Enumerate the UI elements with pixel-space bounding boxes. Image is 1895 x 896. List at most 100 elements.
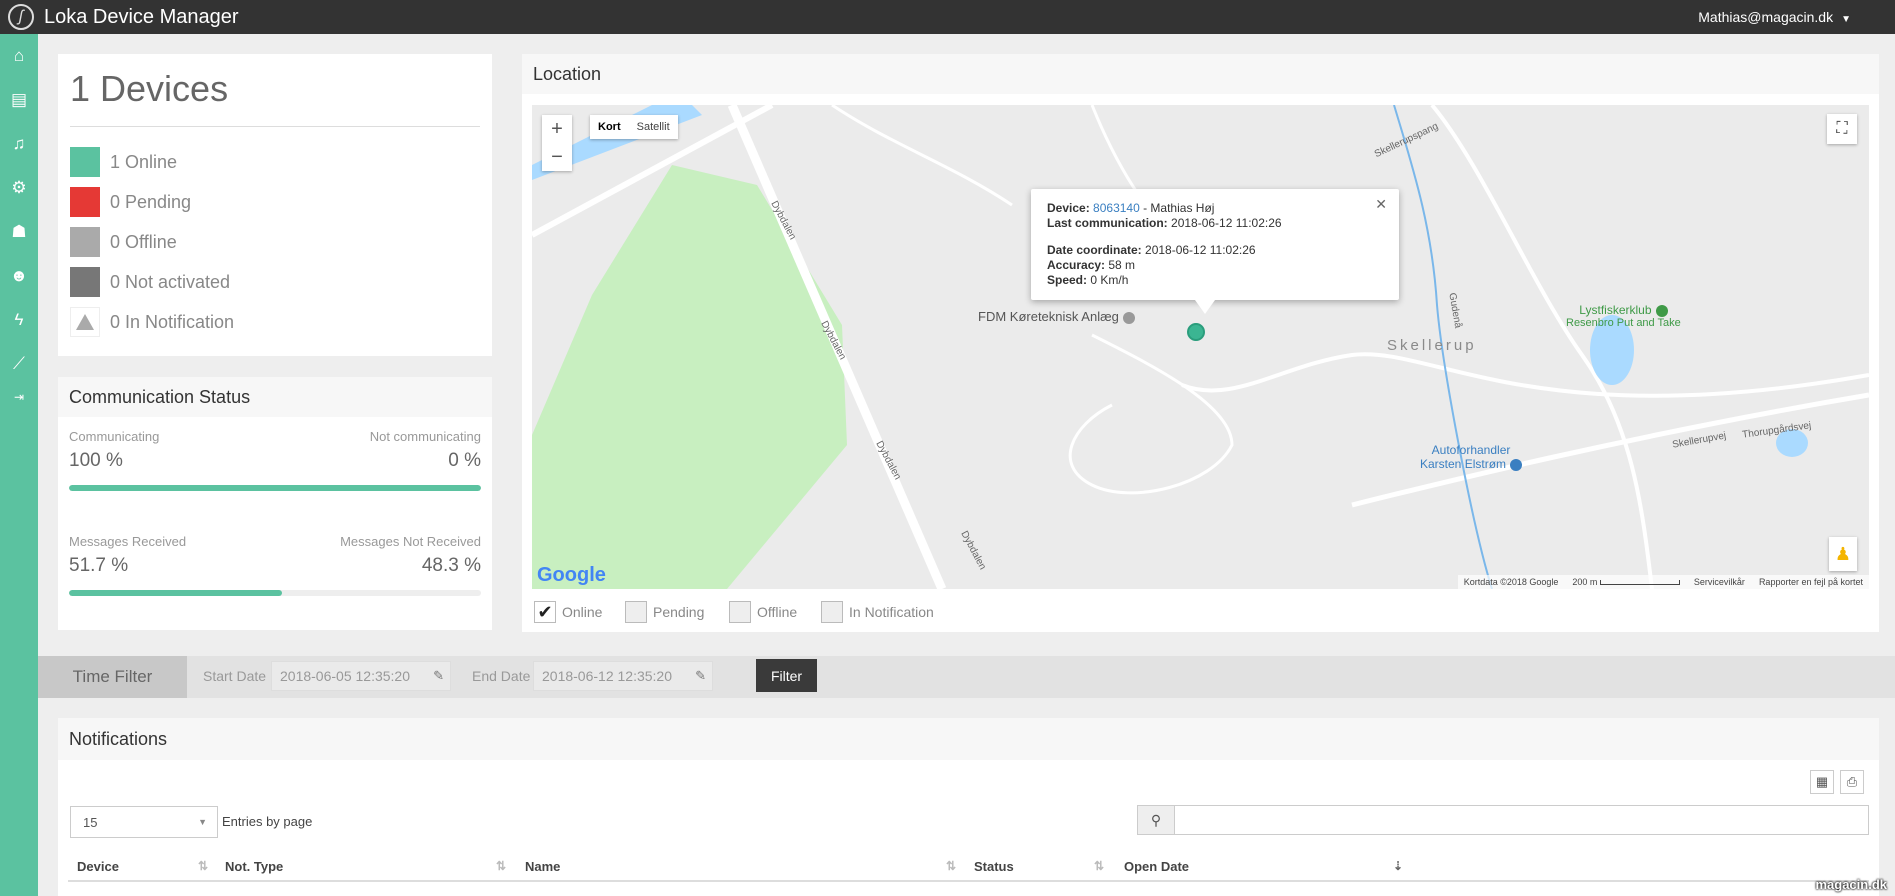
start-date-label: Start Date	[203, 668, 267, 684]
messages-not-received-value: 48.3 %	[421, 555, 481, 576]
online-swatch	[70, 147, 100, 177]
end-date-input[interactable]: 2018-06-12 12:35:20 ✎	[533, 661, 713, 691]
map-report-link[interactable]: Rapporter en fejl på kortet	[1759, 577, 1863, 587]
map-terms-link[interactable]: Servicevilkår	[1694, 577, 1745, 587]
legend-not-activated: 0 Not activated	[70, 267, 230, 297]
legend-offline: 0 Offline	[70, 227, 177, 257]
user-menu[interactable]: Mathias@magacin.dk ▼	[1698, 9, 1851, 25]
line-chart-icon[interactable]: ⟋	[0, 342, 38, 386]
device-marker[interactable]	[1187, 323, 1205, 341]
map-type-satellit-button[interactable]: Satellit	[629, 115, 678, 139]
start-date-input[interactable]: 2018-06-05 12:35:20 ✎	[271, 661, 451, 691]
track-road	[1068, 333, 1234, 495]
communicating-value: 100 %	[69, 450, 123, 471]
messages-received-value: 51.7 %	[69, 555, 129, 576]
poi-lystfiskerklub: Lystfiskerklub Resenbro Put and Take	[1566, 303, 1681, 329]
communicating-label: Communicating	[69, 429, 160, 444]
watermark: magacin.dk	[1815, 877, 1887, 892]
column-open-date[interactable]: Open Date	[1124, 859, 1189, 874]
popup-date-coord-value: 2018-06-12 11:02:26	[1141, 243, 1256, 257]
popup-last-comm-value: 2018-06-12 11:02:26	[1167, 216, 1282, 230]
sort-icon[interactable]: ⇅	[198, 859, 208, 873]
column-device[interactable]: Device	[77, 859, 119, 874]
popup-device-link[interactable]: 8063140	[1093, 201, 1140, 215]
filter-online[interactable]: ✔ Online	[534, 601, 602, 623]
legend-pending: 0 Pending	[70, 187, 191, 217]
popup-speed-value: 0 Km/h	[1087, 273, 1129, 287]
sort-icon[interactable]: ⇅	[946, 859, 956, 873]
poi-autoforhandler-sub: Karsten Elstrøm	[1420, 457, 1507, 471]
entries-per-page-select[interactable]: 15 ▼	[70, 806, 218, 838]
filter-pending[interactable]: Pending	[625, 601, 704, 623]
communicating-progress-fill	[69, 485, 481, 491]
zoom-in-button[interactable]: +	[542, 115, 572, 143]
fullscreen-icon[interactable]: ⛶	[1827, 114, 1857, 144]
search-icon: ⚲	[1137, 805, 1175, 835]
bell-icon[interactable]: ♫	[0, 122, 38, 166]
messages-received-progress-bar	[69, 590, 481, 596]
pencil-icon: ✎	[433, 668, 444, 683]
legend-pending-label: 0 Pending	[110, 191, 192, 212]
popup-speed-row: Speed: 0 Km/h	[1047, 273, 1383, 288]
messages-received-label: Messages Received	[69, 534, 187, 549]
communicating-progress-bar	[69, 485, 481, 491]
offline-swatch	[70, 227, 100, 257]
popup-device-owner: - Mathias Høj	[1139, 201, 1215, 215]
zoom-out-button[interactable]: −	[542, 143, 572, 171]
filter-button[interactable]: Filter	[756, 659, 817, 692]
bolt-icon[interactable]: ϟ	[0, 298, 38, 342]
pegman-icon[interactable]: ♟	[1829, 537, 1857, 571]
time-filter-tab[interactable]: Time Filter	[38, 656, 187, 698]
legend-in-notification-label: 0 In Notification	[110, 311, 235, 332]
sort-desc-icon[interactable]: ⇣	[1393, 859, 1403, 873]
column-name[interactable]: Name	[525, 859, 560, 874]
column-not-type[interactable]: Not. Type	[225, 859, 283, 874]
notifications-table-header: Device ⇅ Not. Type ⇅ Name ⇅ Status ⇅ Ope…	[68, 852, 1869, 882]
sort-icon[interactable]: ⇅	[496, 859, 506, 873]
messages-received-progress-fill	[69, 590, 282, 596]
filter-in-notification[interactable]: In Notification	[821, 601, 934, 623]
start-date-value: 2018-06-05 12:35:20	[280, 668, 410, 684]
town-skellerup: Skellerup	[1387, 337, 1477, 354]
home-icon[interactable]: ⌂	[0, 34, 38, 78]
pdf-export-icon[interactable]: ⎙	[1840, 770, 1864, 794]
sign-in-icon[interactable]: ⇥	[0, 386, 38, 408]
top-bar: ʃ Loka Device Manager Mathias@magacin.dk…	[0, 0, 1895, 34]
entries-per-page-value: 15	[83, 814, 98, 830]
checkbox-online[interactable]: ✔	[534, 601, 556, 623]
road	[831, 105, 1013, 207]
map-pin-icon	[1510, 458, 1523, 471]
notifications-title: Notifications	[69, 728, 168, 749]
poi-autoforhandler-label: Autoforhandler	[1431, 443, 1511, 457]
map-data-attribution: Kortdata ©2018 Google	[1463, 577, 1559, 587]
map-scale: 200 m	[1572, 577, 1680, 587]
checkbox-pending[interactable]	[625, 601, 647, 623]
sidebar: ⌂ ▤ ♫ ⚙ ☗ ☻ ϟ ⟋ ⇥	[0, 34, 38, 896]
map-pin-icon	[1655, 304, 1668, 317]
chip-icon[interactable]: ▤	[0, 78, 38, 122]
close-icon[interactable]: ✕	[1375, 197, 1387, 212]
filter-pending-label: Pending	[653, 604, 705, 620]
legend-not-activated-label: 0 Not activated	[110, 271, 231, 292]
map-footer: Kortdata ©2018 Google 200 m Servicevilkå…	[1457, 575, 1869, 589]
filter-online-label: Online	[562, 604, 603, 620]
device-info-popup: ✕ Device: 8063140 - Mathias Høj Last com…	[1031, 189, 1399, 314]
sort-icon[interactable]: ⇅	[1094, 859, 1104, 873]
checkbox-in-notification[interactable]	[821, 601, 843, 623]
map-type-kort-button[interactable]: Kort	[590, 115, 629, 139]
devices-count-title: 1 Devices	[70, 68, 229, 109]
checkbox-offline[interactable]	[729, 601, 751, 623]
legend-in-notification: 0 In Notification	[70, 307, 234, 337]
map-base	[532, 105, 1869, 589]
filter-offline[interactable]: Offline	[729, 601, 797, 623]
cogs-icon[interactable]: ⚙	[0, 166, 38, 210]
poi-lystfiskerklub-label: Lystfiskerklub	[1579, 303, 1652, 317]
user-secret-icon[interactable]: ☻	[0, 254, 38, 298]
end-date-label: End Date	[472, 668, 531, 684]
users-icon[interactable]: ☗	[0, 210, 38, 254]
column-status[interactable]: Status	[974, 859, 1014, 874]
location-map[interactable]: + − Kort Satellit ⛶ Dybdalen Dybdalen Dy…	[532, 105, 1869, 589]
poi-fdm-label: FDM Køreteknisk Anlæg	[978, 309, 1119, 324]
search-input[interactable]	[1175, 805, 1869, 835]
table-export-icon[interactable]: ▦	[1810, 770, 1834, 794]
